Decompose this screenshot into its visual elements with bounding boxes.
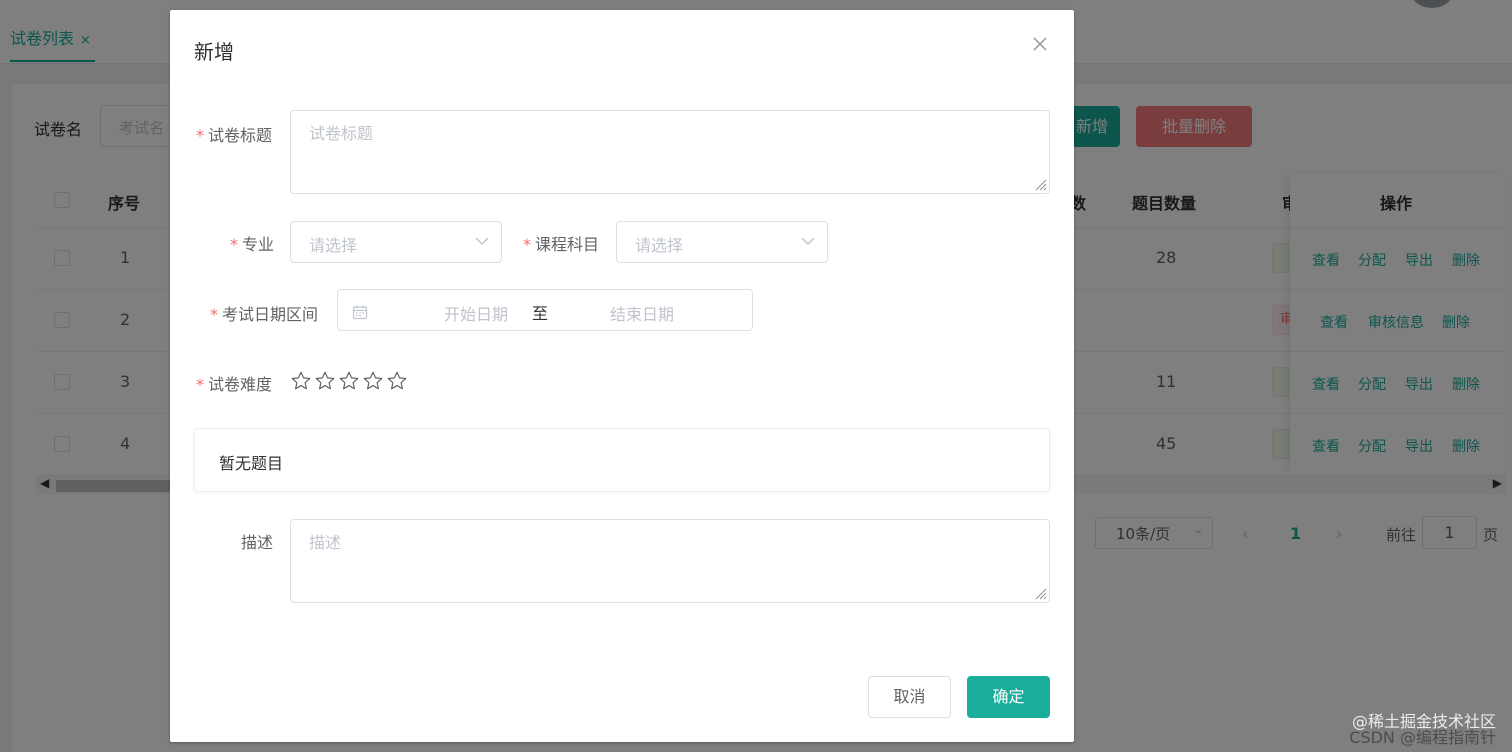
description-placeholder: 描述: [309, 533, 342, 552]
star-icon[interactable]: [290, 370, 312, 392]
exam-date-range-picker[interactable]: 开始日期 至 结束日期: [337, 289, 753, 331]
dialog-title: 新增: [194, 40, 234, 64]
star-icon[interactable]: [314, 370, 336, 392]
resize-handle-icon[interactable]: [1033, 586, 1047, 600]
course-placeholder: 请选择: [635, 236, 684, 255]
star-icon[interactable]: [338, 370, 360, 392]
start-date-input[interactable]: 开始日期: [416, 301, 536, 325]
date-separator: 至: [532, 304, 549, 323]
major-label: * 专业: [230, 235, 275, 254]
description-label: 描述: [241, 533, 274, 552]
confirm-button[interactable]: 确定: [967, 676, 1050, 718]
exam-date-label: * 考试日期区间: [210, 305, 319, 324]
close-icon[interactable]: [1030, 34, 1050, 54]
chevron-down-icon: [801, 237, 815, 245]
course-label: * 课程科目: [523, 235, 600, 254]
add-paper-dialog: 新增 * 试卷标题 试卷标题 * 专业 请选择 * 课程科目 请选择 * 考试日期区间 …: [170, 10, 1074, 742]
paper-title-textarea[interactable]: 试卷标题: [290, 110, 1050, 194]
questions-empty-text: 暂无题目: [219, 454, 284, 473]
chevron-down-icon: [475, 237, 489, 245]
star-icon[interactable]: [386, 370, 408, 392]
major-select[interactable]: 请选择: [290, 221, 502, 263]
description-textarea[interactable]: 描述: [290, 519, 1050, 603]
watermark-line-2: CSDN @编程指南针: [1349, 728, 1496, 747]
questions-panel: 暂无题目: [194, 428, 1050, 492]
difficulty-label: * 试卷难度: [196, 375, 273, 394]
paper-title-label: * 试卷标题: [196, 126, 273, 145]
end-date-input[interactable]: 结束日期: [582, 301, 702, 325]
star-icon[interactable]: [362, 370, 384, 392]
paper-title-placeholder: 试卷标题: [309, 124, 374, 143]
resize-handle-icon[interactable]: [1033, 177, 1047, 191]
course-select[interactable]: 请选择: [616, 221, 828, 263]
calendar-icon: [352, 305, 368, 320]
major-placeholder: 请选择: [309, 236, 358, 255]
cancel-button[interactable]: 取消: [868, 676, 951, 718]
